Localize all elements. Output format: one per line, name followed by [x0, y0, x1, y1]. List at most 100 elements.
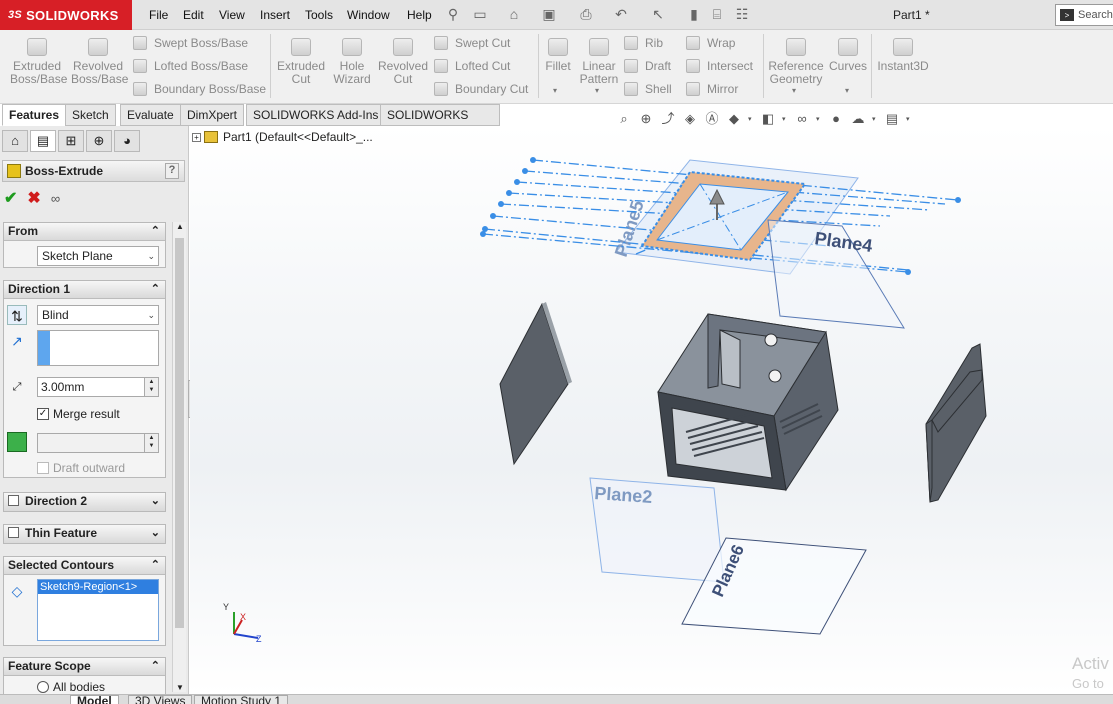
- view-orientation-dropdown-icon[interactable]: ▾: [748, 115, 754, 123]
- feature-scope-header[interactable]: Feature Scope ⌃: [4, 658, 165, 676]
- property-manager-scrollbar[interactable]: ▲ ▼: [172, 222, 186, 692]
- draft-outward-checkbox[interactable]: Draft outward: [37, 461, 125, 475]
- print-icon[interactable]: ⎙: [578, 6, 594, 22]
- tab-solidworks-mbd[interactable]: SOLIDWORKS MBD: [380, 104, 500, 142]
- direction2-checkbox[interactable]: [8, 495, 19, 506]
- shell-button[interactable]: Shell: [624, 82, 672, 96]
- rib-button[interactable]: Rib: [624, 36, 663, 50]
- solidworks-logo[interactable]: 3S SOLIDWORKS: [0, 0, 132, 30]
- draft-button[interactable]: Draft: [624, 59, 671, 73]
- open-icon[interactable]: ⌂: [506, 6, 522, 22]
- select-icon[interactable]: ↖: [650, 6, 666, 22]
- view-settings-icon[interactable]: ▤: [884, 111, 900, 127]
- hide-show-items-icon[interactable]: ∞: [794, 111, 810, 127]
- previous-view-icon[interactable]: ⤴: [660, 111, 676, 127]
- left-plate-body[interactable]: [499, 302, 572, 466]
- menu-edit[interactable]: Edit: [183, 8, 204, 22]
- wrap-button[interactable]: Wrap: [686, 36, 735, 50]
- detailed-preview-icon[interactable]: ∞: [51, 191, 60, 206]
- file-properties-icon[interactable]: ⌸: [709, 6, 725, 22]
- scrollbar-thumb[interactable]: [175, 238, 184, 628]
- view-settings-dropdown-icon[interactable]: ▾: [906, 115, 912, 123]
- new-document-icon[interactable]: ▭: [472, 6, 488, 22]
- apply-scene-dropdown-icon[interactable]: ▾: [872, 115, 878, 123]
- menu-help[interactable]: Help: [407, 8, 432, 22]
- direction2-header[interactable]: Direction 2 ⌄: [4, 493, 165, 511]
- apply-scene-icon[interactable]: ☁: [850, 111, 866, 127]
- expand-plus-icon[interactable]: +: [192, 132, 201, 142]
- boundary-boss-button[interactable]: Boundary Boss/Base: [133, 82, 266, 96]
- tab-evaluate[interactable]: Evaluate: [120, 104, 181, 126]
- extruded-cut-button[interactable]: Extruded Cut: [276, 38, 326, 86]
- undo-icon[interactable]: ↶: [613, 6, 629, 22]
- pattern-dropdown-icon[interactable]: ▾: [595, 86, 599, 95]
- curves-dropdown-icon[interactable]: ▾: [845, 86, 849, 95]
- zoom-to-fit-icon[interactable]: ⌕: [616, 111, 632, 127]
- menu-file[interactable]: File: [149, 8, 168, 22]
- feature-manager-tab-icon[interactable]: ⌂: [2, 130, 28, 152]
- revolved-boss-button[interactable]: Revolved Boss/Base: [71, 38, 128, 86]
- section-view-icon[interactable]: ◈: [682, 111, 698, 127]
- view-orientation-icon[interactable]: ◆: [726, 111, 742, 127]
- reverse-direction-icon[interactable]: ⇅: [7, 305, 27, 325]
- plane2[interactable]: Plane2: [589, 477, 725, 583]
- draft-on-off-icon[interactable]: [7, 432, 27, 452]
- save-icon[interactable]: ▣: [541, 6, 557, 22]
- extruded-boss-button[interactable]: Extruded Boss/Base: [10, 38, 67, 86]
- swept-cut-button[interactable]: Swept Cut: [434, 36, 510, 50]
- selected-contours-header[interactable]: Selected Contours ⌃: [4, 557, 165, 575]
- scroll-up-icon[interactable]: ▲: [176, 222, 184, 231]
- ok-button[interactable]: ✔: [4, 188, 17, 208]
- swept-boss-button[interactable]: Swept Boss/Base: [133, 36, 248, 50]
- flyout-feature-tree[interactable]: + Part1 (Default<<Default>_...: [192, 130, 373, 144]
- merge-result-checkbox[interactable]: ✓ Merge result: [37, 407, 120, 421]
- depth-spinner[interactable]: ▲ ▼: [144, 378, 158, 396]
- all-bodies-radio[interactable]: All bodies: [37, 680, 105, 694]
- reference-geometry-dropdown-icon[interactable]: ▾: [792, 86, 796, 95]
- right-bracket-body[interactable]: [925, 343, 987, 503]
- intersect-button[interactable]: Intersect: [686, 59, 753, 73]
- reference-geometry-button[interactable]: Reference Geometry: [768, 38, 824, 86]
- display-style-dropdown-icon[interactable]: ▾: [782, 115, 788, 123]
- menu-view[interactable]: View: [219, 8, 245, 22]
- scroll-down-icon[interactable]: ▼: [176, 683, 184, 692]
- mirror-button[interactable]: Mirror: [686, 82, 738, 96]
- tab-3d-views[interactable]: 3D Views: [128, 695, 193, 704]
- model-viewport[interactable]: Plane5 Plane4 Plane2 Plane6 Y X Z: [190, 126, 1113, 694]
- lofted-boss-button[interactable]: Lofted Boss/Base: [133, 59, 248, 73]
- hole-wizard-button[interactable]: Hole Wizard: [330, 38, 374, 86]
- graphics-area[interactable]: Plane5 Plane4 Plane2 Plane6 Y X Z + Part…: [190, 126, 1113, 694]
- revolved-cut-button[interactable]: Revolved Cut: [378, 38, 428, 86]
- help-button[interactable]: ?: [165, 163, 179, 179]
- rebuild-icon[interactable]: ▮: [686, 6, 702, 22]
- tab-model[interactable]: Model: [70, 695, 119, 704]
- from-header[interactable]: From ⌃: [4, 223, 165, 241]
- display-manager-tab-icon[interactable]: ◕: [114, 130, 140, 152]
- tab-motion-study-1[interactable]: Motion Study 1: [194, 695, 289, 704]
- hide-show-dropdown-icon[interactable]: ▾: [816, 115, 822, 123]
- thin-feature-checkbox[interactable]: [8, 527, 19, 538]
- menu-tools[interactable]: Tools: [305, 8, 333, 22]
- curves-button[interactable]: Curves: [828, 38, 868, 73]
- depth-input[interactable]: 3.00mm ▲ ▼: [37, 377, 159, 397]
- dynamic-annotation-icon[interactable]: Ⓐ: [704, 111, 720, 127]
- tab-sketch[interactable]: Sketch: [65, 104, 116, 126]
- direction1-header[interactable]: Direction 1 ⌃: [4, 281, 165, 299]
- direction-vector-selection-box[interactable]: [37, 330, 159, 366]
- from-condition-select[interactable]: Sketch Plane ⌄: [37, 246, 159, 266]
- selected-contours-list[interactable]: Sketch9-Region<1>: [37, 579, 159, 641]
- instant3d-button[interactable]: Instant3D: [876, 38, 930, 73]
- linear-pattern-button[interactable]: Linear Pattern: [578, 38, 620, 86]
- pin-icon[interactable]: ⚲: [445, 6, 461, 22]
- draft-angle-input[interactable]: ▲ ▼: [37, 433, 159, 453]
- menu-window[interactable]: Window: [347, 8, 390, 22]
- end-condition-select[interactable]: Blind ⌄: [37, 305, 159, 325]
- fillet-dropdown-icon[interactable]: ▾: [553, 86, 557, 95]
- boundary-cut-button[interactable]: Boundary Cut: [434, 82, 528, 96]
- property-manager-tab-icon[interactable]: ▤: [30, 130, 56, 152]
- display-style-icon[interactable]: ◧: [760, 111, 776, 127]
- options-icon[interactable]: ☷: [734, 6, 750, 22]
- tree-root-label[interactable]: Part1 (Default<<Default>_...: [223, 130, 373, 144]
- tab-features[interactable]: Features: [2, 104, 67, 126]
- configuration-manager-tab-icon[interactable]: ⊞: [58, 130, 84, 152]
